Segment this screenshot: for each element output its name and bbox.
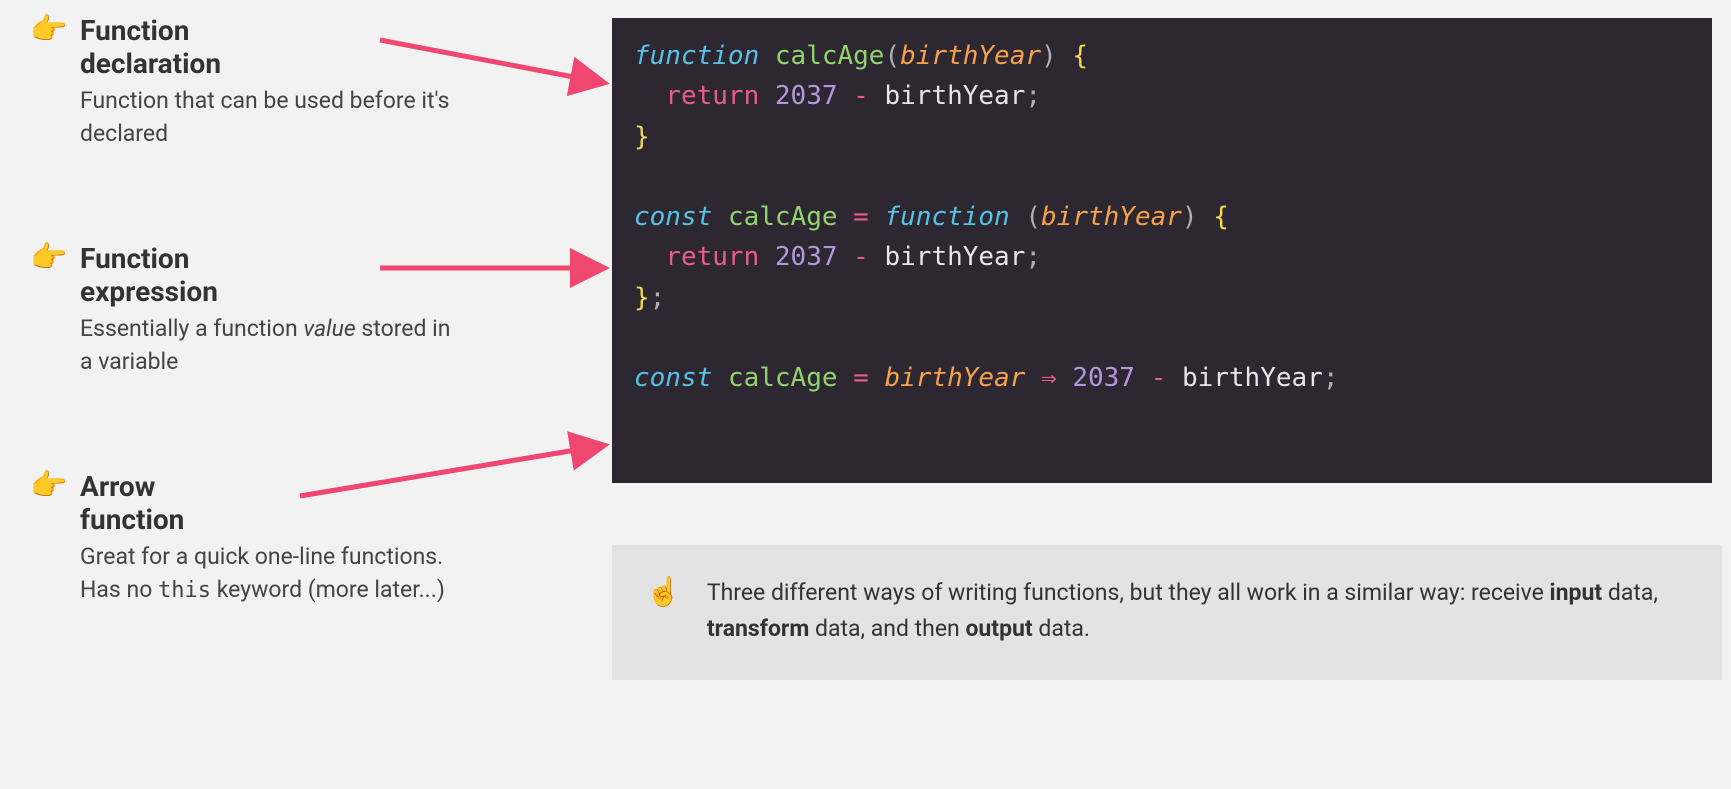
summary-note: ☝️ Three different ways of writing funct… (612, 545, 1722, 680)
point-up-icon: ☝️ (646, 575, 681, 609)
summary-note-text: Three different ways of writing function… (707, 575, 1688, 646)
point-right-icon: 👉 (30, 12, 67, 47)
heading-arrow-function: Arrow function (80, 470, 184, 536)
desc-function-declaration: Function that can be used before it's de… (80, 84, 460, 151)
point-right-icon: 👉 (30, 468, 67, 503)
code-block: function calcAge(birthYear) { return 203… (612, 18, 1712, 483)
heading-function-declaration: Function declaration (80, 14, 221, 80)
arrow-3 (300, 446, 600, 496)
heading-function-expression: Function expression (80, 242, 218, 308)
point-right-icon: 👉 (30, 240, 67, 275)
desc-arrow-function: Great for a quick one-line functions. Ha… (80, 540, 460, 607)
desc-function-expression: Essentially a function value stored in a… (80, 312, 460, 379)
arrow-1 (380, 40, 600, 82)
